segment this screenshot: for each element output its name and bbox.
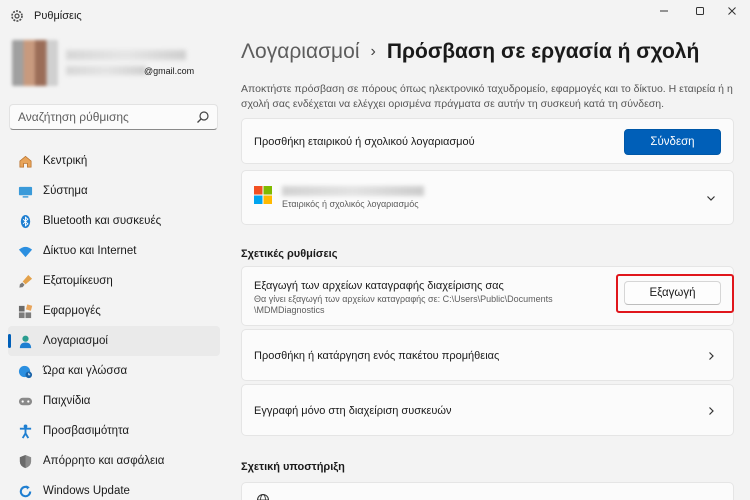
device-management-enroll-label: Εγγραφή μόνο στη διαχείριση συσκευών (254, 405, 452, 417)
breadcrumb-parent[interactable]: Λογαριασμοί (241, 40, 360, 64)
brush-icon (17, 273, 33, 289)
user-profile: @gmail.com (8, 40, 228, 90)
globe-icon (257, 494, 269, 500)
time-language-icon (17, 363, 33, 379)
export-logs-card: Εξαγωγή των αρχείων καταγραφής διαχείρισ… (241, 266, 734, 326)
profile-email: @gmail.com (144, 66, 195, 76)
sidebar-item-windows-update[interactable]: Windows Update (8, 476, 220, 500)
sidebar-item-label: Σύστημα (43, 185, 88, 197)
sidebar-item-home[interactable]: Κεντρική (8, 146, 220, 176)
breadcrumb-separator: › (370, 43, 376, 60)
connect-button[interactable]: Σύνδεση (624, 129, 721, 155)
sidebar-item-label: Δίκτυο και Internet (43, 245, 137, 257)
sidebar-item-network[interactable]: Δίκτυο και Internet (8, 236, 220, 266)
sidebar-item-label: Παιχνίδια (43, 395, 91, 407)
update-icon (17, 483, 33, 499)
bluetooth-icon (17, 213, 33, 229)
account-icon (17, 333, 33, 349)
sidebar-item-label: Προσβασιμότητα (43, 425, 130, 437)
sidebar-item-bluetooth[interactable]: Bluetooth και συσκευές (8, 206, 220, 236)
microsoft-logo-icon (254, 186, 272, 204)
search-icon[interactable] (196, 110, 210, 124)
sidebar-item-accessibility[interactable]: Προσβασιμότητα (8, 416, 220, 446)
profile-name-redacted (66, 50, 186, 60)
chevron-down-icon[interactable] (705, 192, 717, 204)
export-logs-path-cont: \MDMDiagnostics (254, 305, 325, 315)
provisioning-package-card[interactable]: Προσθήκη ή κατάργηση ενός πακέτου προμήθ… (241, 329, 734, 381)
wifi-icon (17, 243, 33, 259)
account-type-label: Εταιρικός ή σχολικός λογαριασμός (282, 199, 419, 209)
settings-app-icon (11, 10, 23, 22)
related-settings-heading: Σχετικές ρυθμίσεις (241, 248, 338, 260)
sidebar-item-label: Λογαριασμοί (43, 335, 108, 347)
system-icon (17, 183, 33, 199)
apps-icon (17, 303, 33, 319)
shield-icon (17, 453, 33, 469)
page-title: Πρόσβαση σε εργασία ή σχολή (386, 40, 700, 63)
avatar (12, 40, 58, 86)
breadcrumb: Λογαριασμοί › Πρόσβαση σε εργασία ή σχολ… (241, 40, 699, 64)
sidebar-item-privacy[interactable]: Απόρρητο και ασφάλεια (8, 446, 220, 476)
sidebar-item-label: Εξατομίκευση (43, 275, 113, 287)
accessibility-icon (17, 423, 33, 439)
export-button[interactable]: Εξαγωγή (624, 281, 721, 305)
sidebar-item-system[interactable]: Σύστημα (8, 176, 220, 206)
sidebar-item-label: Ώρα και γλώσσα (43, 365, 128, 377)
sidebar-item-personalization[interactable]: Εξατομίκευση (8, 266, 220, 296)
sidebar-item-label: Windows Update (43, 485, 130, 497)
sidebar-item-time-language[interactable]: Ώρα και γλώσσα (8, 356, 220, 386)
related-support-card[interactable] (241, 482, 734, 500)
provisioning-package-label: Προσθήκη ή κατάργηση ενός πακέτου προμήθ… (254, 350, 500, 362)
add-account-card: Προσθήκη εταιρικού ή σχολικού λογαριασμο… (241, 118, 734, 164)
export-logs-path: Θα γίνει εξαγωγή των αρχείων καταγραφής … (254, 294, 553, 304)
sidebar-nav: Κεντρική Σύστημα Bluetooth και συσκευές … (8, 146, 220, 500)
search-input[interactable] (9, 104, 218, 130)
export-logs-title: Εξαγωγή των αρχείων καταγραφής διαχείρισ… (254, 280, 504, 292)
sidebar-item-apps[interactable]: Εφαρμογές (8, 296, 220, 326)
sidebar-item-label: Εφαρμογές (43, 305, 101, 317)
add-account-label: Προσθήκη εταιρικού ή σχολικού λογαριασμο… (254, 136, 475, 148)
chevron-right-icon (709, 407, 714, 415)
sidebar-item-accounts[interactable]: Λογαριασμοί (8, 326, 220, 356)
chevron-right-icon (709, 352, 714, 360)
gamepad-icon (17, 393, 33, 409)
home-icon (17, 153, 33, 169)
related-support-heading: Σχετική υποστήριξη (241, 461, 345, 473)
connected-account-card[interactable]: Εταιρικός ή σχολικός λογαριασμός (241, 170, 734, 225)
main-content: Λογαριασμοί › Πρόσβαση σε εργασία ή σχολ… (241, 0, 741, 500)
sidebar-item-label: Απόρρητο και ασφάλεια (43, 455, 165, 467)
window-title: Ρυθμίσεις (34, 10, 82, 22)
sidebar-item-label: Bluetooth και συσκευές (43, 215, 162, 227)
device-management-enroll-card[interactable]: Εγγραφή μόνο στη διαχείριση συσκευών (241, 384, 734, 436)
account-name-redacted (282, 186, 424, 196)
sidebar-item-gaming[interactable]: Παιχνίδια (8, 386, 220, 416)
page-description: Αποκτήστε πρόσβαση σε πόρους όπως ηλεκτρ… (241, 83, 733, 110)
sidebar-item-label: Κεντρική (43, 155, 88, 167)
profile-email-redacted (66, 66, 146, 75)
